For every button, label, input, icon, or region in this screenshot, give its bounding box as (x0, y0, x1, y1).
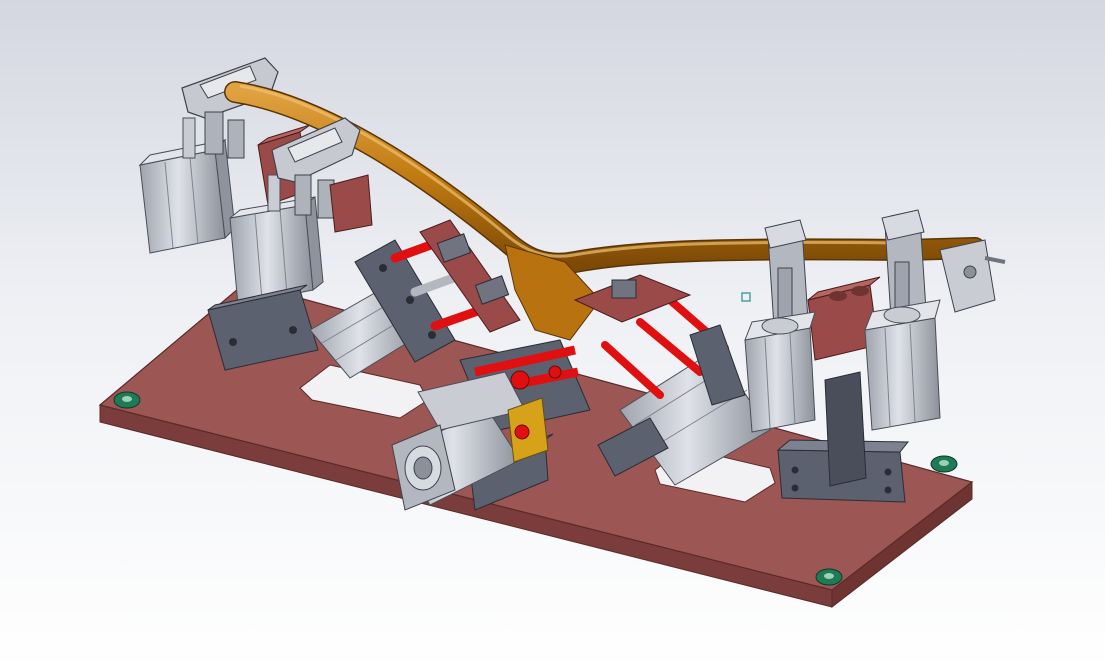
locator-marker-icon (741, 292, 751, 302)
right-clamp-cylinder-front-left (744, 311, 816, 433)
washer-icon (930, 455, 958, 473)
right-clamp-cylinder-far (881, 209, 1006, 319)
washer-icon (113, 391, 141, 409)
washer-icon (815, 568, 843, 586)
cad-viewport[interactable] (0, 0, 1105, 670)
right-clamp-cylinder-front-right (864, 299, 941, 431)
fixture-drawing (98, 57, 1006, 609)
right-clamp-cylinder-rear (764, 219, 809, 328)
